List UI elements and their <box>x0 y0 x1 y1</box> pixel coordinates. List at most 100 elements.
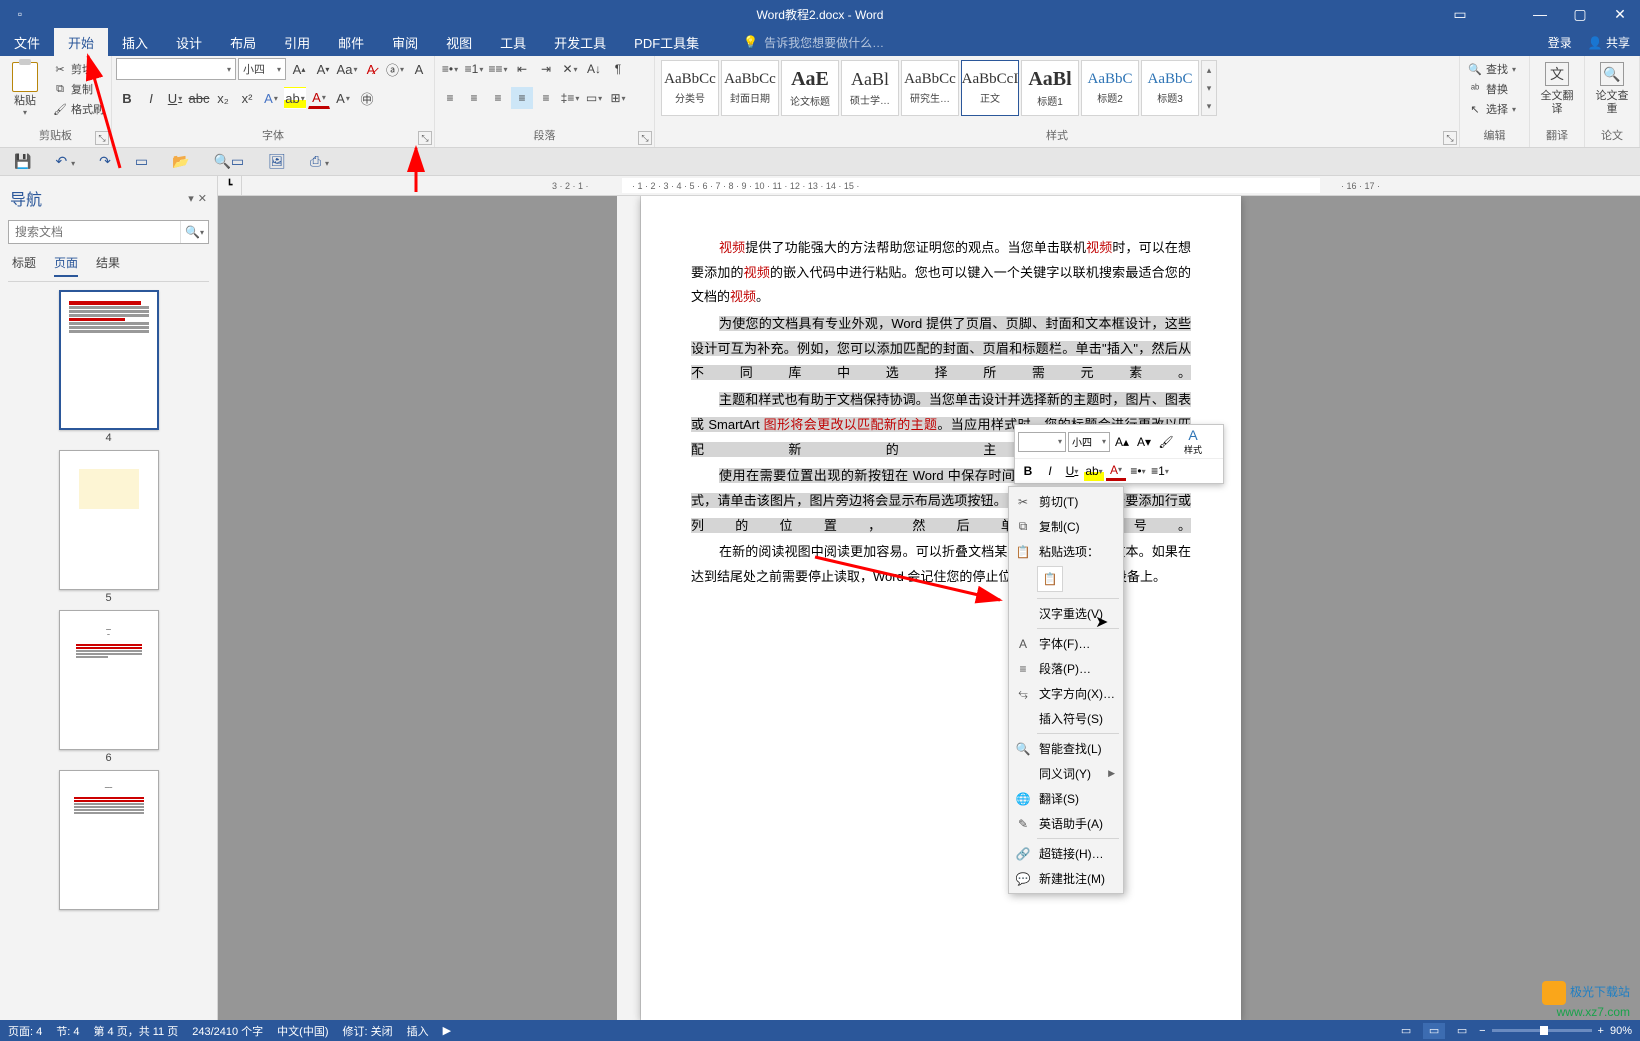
cm-translate[interactable]: 🌐翻译(S) <box>1009 786 1123 811</box>
borders-button[interactable]: ⊞ <box>607 87 629 109</box>
align-center-button[interactable]: ≡ <box>463 87 485 109</box>
cm-cut[interactable]: ✂剪切(T) <box>1009 489 1123 514</box>
decrease-indent-button[interactable]: ⇤ <box>511 58 533 80</box>
cm-text-direction[interactable]: ⥃文字方向(X)… <box>1009 681 1123 706</box>
phonetic-button[interactable]: ⓐ <box>384 58 406 80</box>
paste-button[interactable]: 粘贴 ▾ <box>4 58 46 117</box>
asian-layout-button[interactable]: ✕ <box>559 58 581 80</box>
grow-font-button[interactable]: A▴ <box>288 58 310 80</box>
ruler-corner[interactable]: ┗ <box>218 176 242 196</box>
paper-check-button[interactable]: 🔍 论文查重 <box>1589 58 1635 120</box>
ribbon-options-icon[interactable]: ▭ <box>1440 0 1480 28</box>
tab-home[interactable]: 开始 <box>54 28 108 56</box>
status-section[interactable]: 节: 4 <box>56 1023 79 1039</box>
thumbnail-6[interactable]: ━━ ━ 6 <box>59 610 159 764</box>
mini-highlight[interactable]: ab▾ <box>1084 461 1104 481</box>
styles-scroll[interactable]: ▴▾▾ <box>1201 60 1217 116</box>
sort-button[interactable]: A↓ <box>583 58 605 80</box>
zoom-slider[interactable] <box>1492 1029 1592 1032</box>
cm-hyperlink[interactable]: 🔗超链接(H)… <box>1009 841 1123 866</box>
style-item-8[interactable]: AaBbC标题3 <box>1141 60 1199 116</box>
underline-button[interactable]: U <box>164 87 186 109</box>
text-effects-button[interactable]: A <box>260 87 282 109</box>
login-link[interactable]: 登录 <box>1548 34 1572 51</box>
scroll-down-icon[interactable]: ▾ <box>1202 79 1216 97</box>
font-size-combobox[interactable]: 小四▾ <box>238 58 286 80</box>
horizontal-ruler[interactable]: 3 · 2 · 1 · · 1 · 2 · 3 · 4 · 5 · 6 · 7 … <box>242 176 1640 196</box>
distribute-button[interactable]: ≡ <box>535 87 557 109</box>
scroll-up-icon[interactable]: ▴ <box>1202 61 1216 79</box>
status-word-count[interactable]: 243/2410 个字 <box>192 1023 263 1039</box>
vertical-ruler[interactable] <box>617 196 641 1020</box>
style-item-3[interactable]: AaBl硕士学… <box>841 60 899 116</box>
cm-paragraph[interactable]: ≡段落(P)… <box>1009 656 1123 681</box>
style-item-0[interactable]: AaBbCc分类号 <box>661 60 719 116</box>
char-shading-button[interactable]: A <box>332 87 354 109</box>
format-painter-button[interactable]: 🖌格式刷 <box>50 100 107 118</box>
ribbon-display-options-icon[interactable]: ▫ <box>0 7 40 21</box>
paragraph-launcher[interactable]: ⤡ <box>638 131 652 145</box>
mini-font-size[interactable]: 小四▾ <box>1068 432 1110 452</box>
status-page[interactable]: 页面: 4 <box>8 1023 42 1039</box>
nav-search[interactable]: 🔍▾ <box>8 220 209 244</box>
italic-button[interactable]: I <box>140 87 162 109</box>
multilevel-button[interactable]: ≡≡ <box>487 58 509 80</box>
select-button[interactable]: ↖选择▾ <box>1464 100 1520 118</box>
cm-new-comment[interactable]: 💬新建批注(M) <box>1009 866 1123 891</box>
bullets-button[interactable]: ≡• <box>439 58 461 80</box>
zoom-in-button[interactable]: + <box>1598 1025 1604 1037</box>
mini-underline[interactable]: U▾ <box>1062 461 1082 481</box>
redo-button[interactable]: ↷ <box>99 153 111 170</box>
qat-print-preview-button[interactable]: 🔍▭ <box>213 153 244 170</box>
change-case-button[interactable]: Aa <box>336 58 358 80</box>
mini-font-name[interactable]: ▾ <box>1018 432 1066 452</box>
cm-copy[interactable]: ⧉复制(C) <box>1009 514 1123 539</box>
align-right-button[interactable]: ≡ <box>487 87 509 109</box>
status-page-of[interactable]: 第 4 页，共 11 页 <box>93 1023 178 1039</box>
nav-search-input[interactable] <box>9 221 180 243</box>
style-item-2[interactable]: AaE论文标题 <box>781 60 839 116</box>
font-name-combobox[interactable]: ▾ <box>116 58 236 80</box>
subscript-button[interactable]: x₂ <box>212 87 234 109</box>
qat-new-button[interactable]: ▭ <box>135 153 148 170</box>
mini-font-color[interactable]: A▾ <box>1106 461 1126 481</box>
save-button[interactable]: 💾 <box>14 153 31 170</box>
status-language[interactable]: 中文(中国) <box>277 1023 328 1039</box>
page-thumbnails[interactable]: 4 5 ━━ ━ 6 ━━━ <box>8 282 209 1014</box>
shrink-font-button[interactable]: A▾ <box>312 58 334 80</box>
tab-review[interactable]: 审阅 <box>378 28 432 56</box>
show-marks-button[interactable]: ¶ <box>607 58 629 80</box>
mini-italic[interactable]: I <box>1040 461 1060 481</box>
style-item-7[interactable]: AaBbC标题2 <box>1081 60 1139 116</box>
status-macro-icon[interactable]: ▶ <box>443 1024 451 1037</box>
cm-font[interactable]: A字体(F)… <box>1009 631 1123 656</box>
zoom-level[interactable]: 90% <box>1610 1025 1632 1037</box>
read-mode-button[interactable]: ▭ <box>1395 1023 1417 1039</box>
line-spacing-button[interactable]: ‡≡ <box>559 87 581 109</box>
nav-dropdown-icon[interactable]: ▾ <box>188 192 194 205</box>
shading-button[interactable]: ▭ <box>583 87 605 109</box>
thumbnail-5[interactable]: 5 <box>59 450 159 604</box>
font-color-button[interactable]: A <box>308 87 330 109</box>
tab-tools[interactable]: 工具 <box>486 28 540 56</box>
tab-insert[interactable]: 插入 <box>108 28 162 56</box>
tab-references[interactable]: 引用 <box>270 28 324 56</box>
enclose-char-button[interactable]: ㊥ <box>356 87 378 109</box>
thumbnail-7[interactable]: ━━━ <box>59 770 159 910</box>
web-layout-button[interactable]: ▭ <box>1451 1023 1473 1039</box>
cut-button[interactable]: ✂剪切 <box>50 60 107 78</box>
tab-layout[interactable]: 布局 <box>216 28 270 56</box>
document-page[interactable]: 视频提供了功能强大的方法帮助您证明您的观点。当您单击联机视频时，可以在想要添加的… <box>641 196 1241 1020</box>
close-button[interactable]: ✕ <box>1600 0 1640 28</box>
qat-screenshot-button[interactable]: ⎙ ▾ <box>310 153 329 170</box>
mini-numbering[interactable]: ≡1▾ <box>1150 461 1170 481</box>
bold-button[interactable]: B <box>116 87 138 109</box>
increase-indent-button[interactable]: ⇥ <box>535 58 557 80</box>
tab-view[interactable]: 视图 <box>432 28 486 56</box>
tell-me-search[interactable]: 💡 告诉我您想要做什么… <box>743 28 884 56</box>
styles-gallery[interactable]: AaBbCc分类号 AaBbCc封面日期 AaE论文标题 AaBl硕士学… Aa… <box>659 58 1219 118</box>
thumbnail-4[interactable]: 4 <box>59 290 159 444</box>
status-insert-mode[interactable]: 插入 <box>407 1023 429 1039</box>
mini-grow-font[interactable]: A▴ <box>1112 432 1132 452</box>
print-layout-button[interactable]: ▭ <box>1423 1023 1445 1039</box>
